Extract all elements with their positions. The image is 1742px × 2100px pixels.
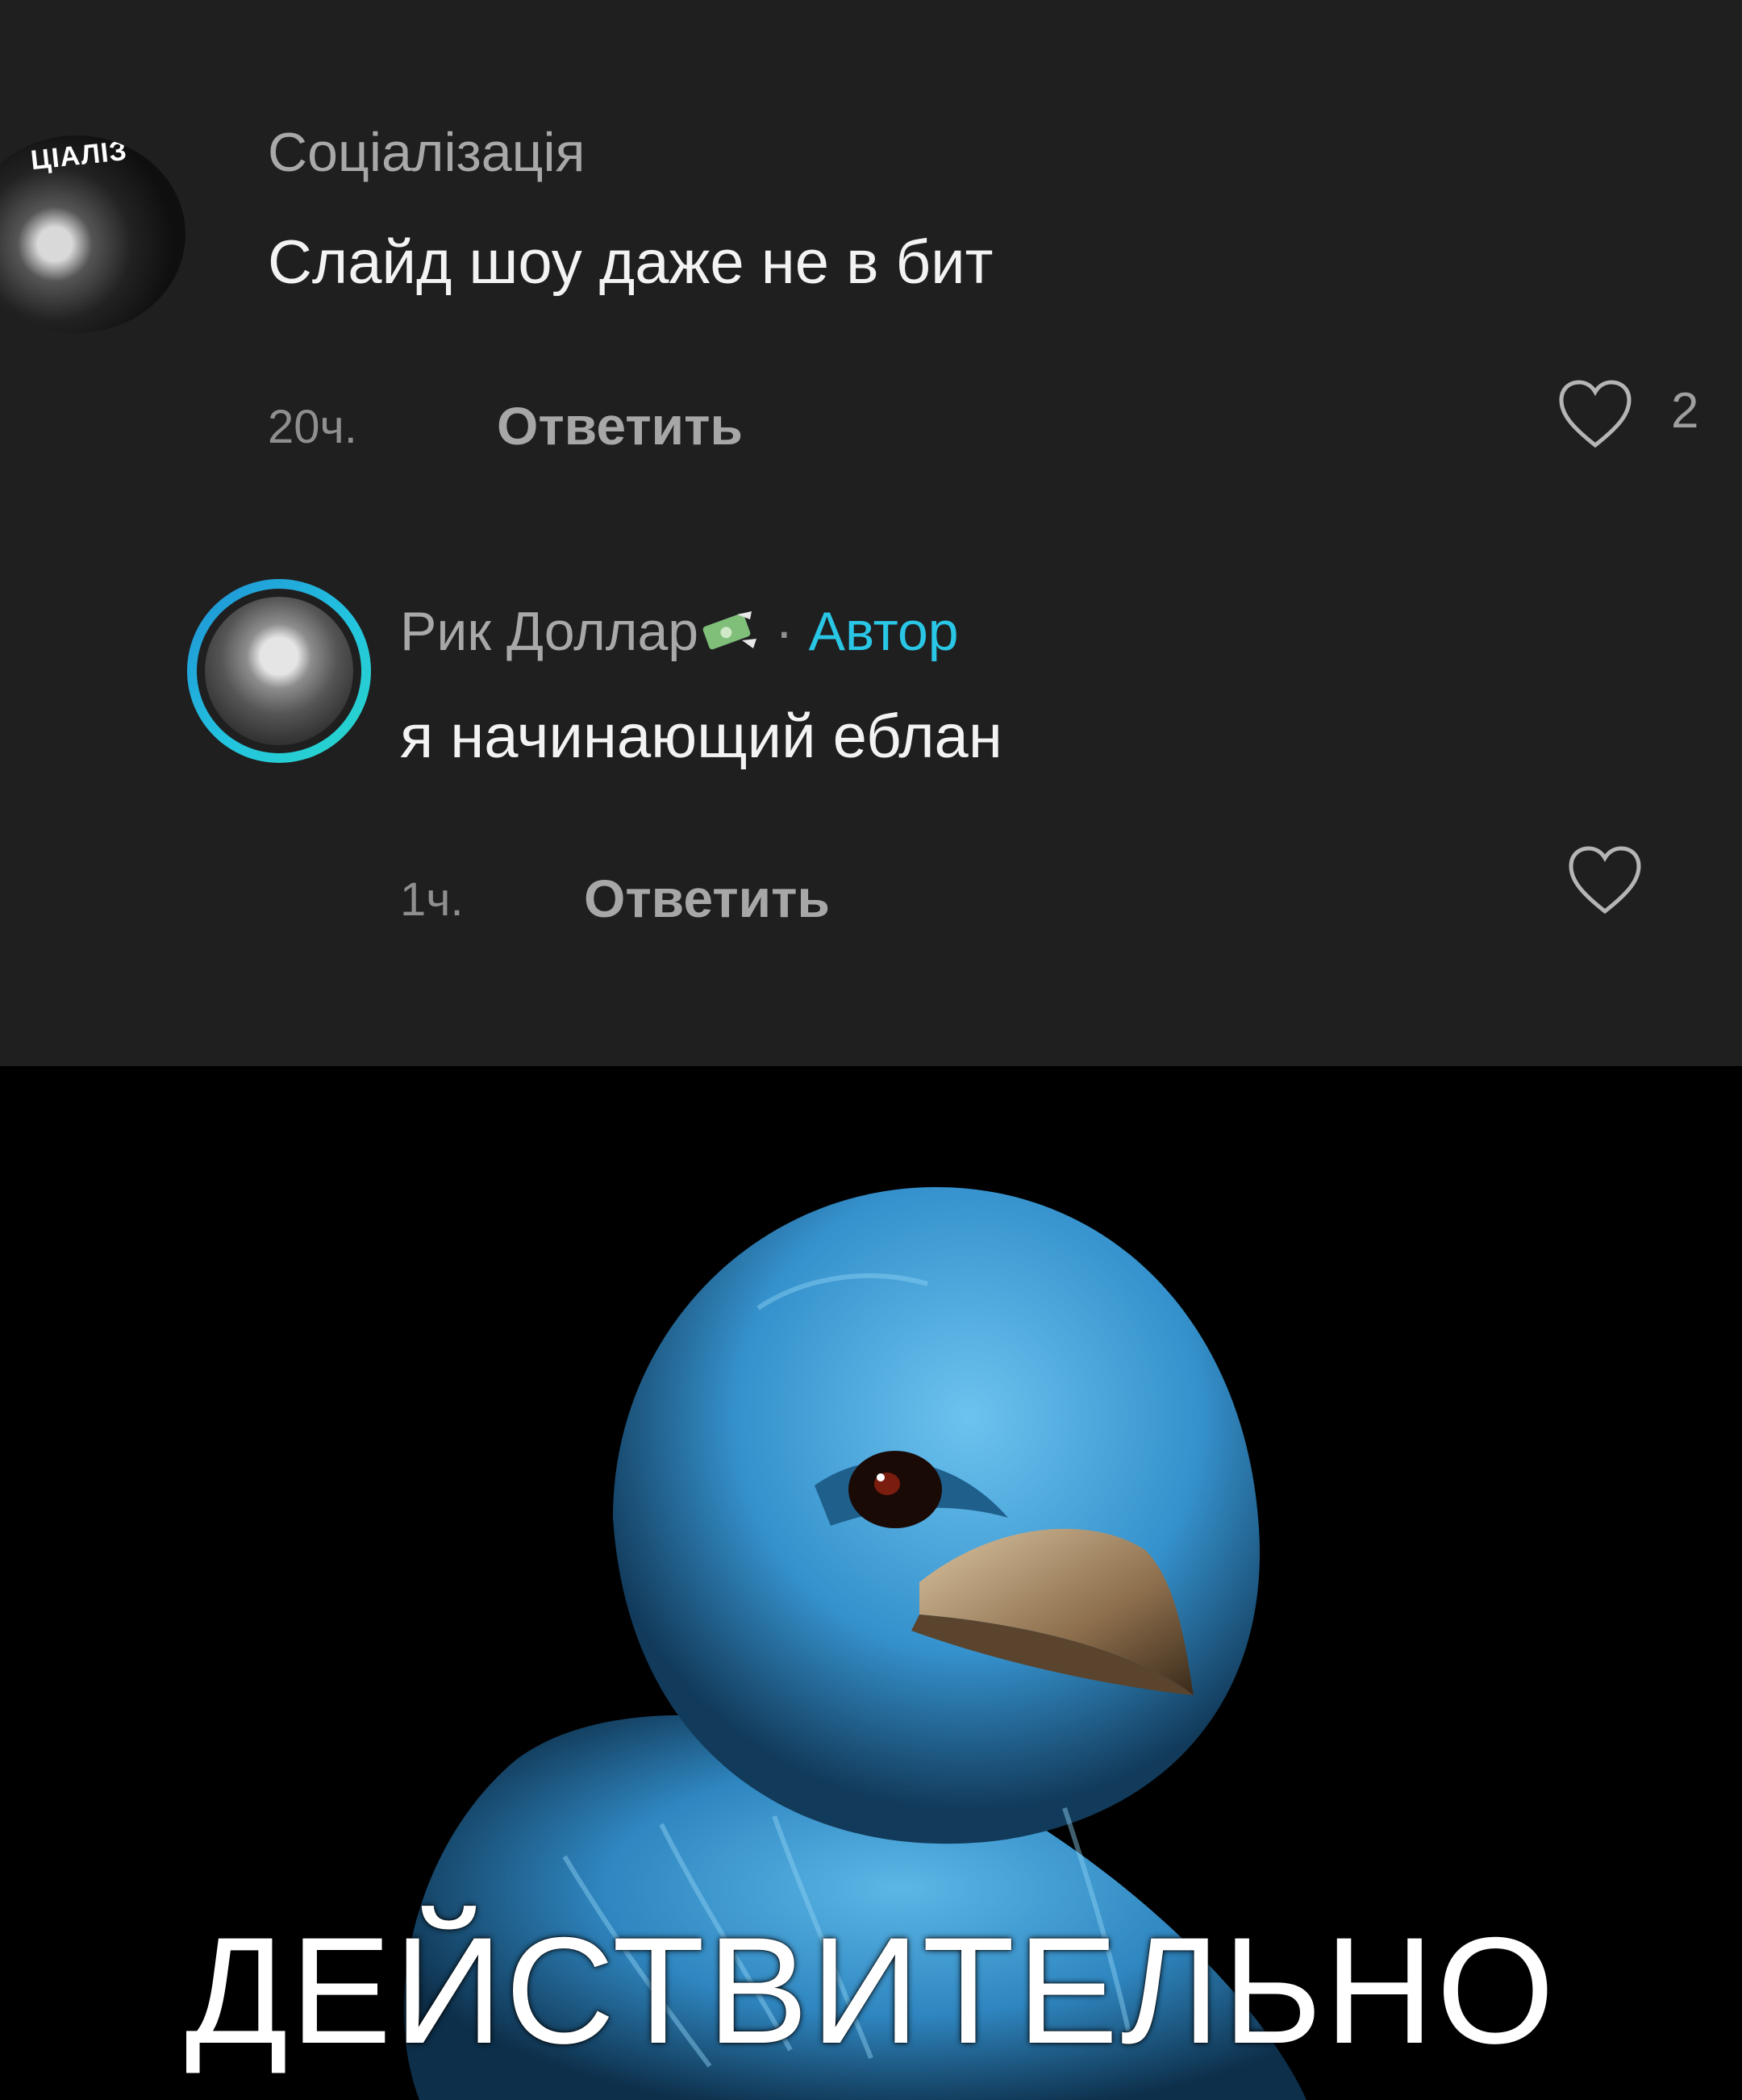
comment-text: Слайд шоу даже не в бит (268, 228, 994, 297)
comment-time: 20ч. (268, 401, 357, 453)
heart-icon[interactable] (1566, 844, 1644, 916)
comment-time: 1ч. (400, 873, 464, 926)
comment-username[interactable]: Соціалізація (268, 121, 585, 184)
heart-icon[interactable] (1557, 377, 1634, 450)
comments-panel: ЦІАЛІЗ Соціалізація Слайд шоу даже не в … (0, 0, 1742, 1066)
author-avatar-photo (205, 597, 353, 745)
comment-text: я начинающий еблан (400, 702, 1002, 771)
separator: · (775, 601, 794, 662)
comment-username-row: Рик Доллар · Автор (400, 600, 959, 663)
money-emoji-icon (702, 603, 760, 650)
reply-button[interactable]: Ответить (497, 395, 743, 456)
reply-button[interactable]: Ответить (584, 868, 830, 929)
avatar[interactable]: ЦІАЛІЗ (0, 135, 185, 333)
comment-username[interactable]: Рик Доллар (400, 601, 698, 662)
avatar-text: ЦІАЛІЗ (29, 135, 129, 177)
like-count: 2 (1671, 383, 1699, 439)
meme-image: ДЕЙСТВИТЕЛЬНО (0, 1066, 1742, 2100)
author-badge: Автор (808, 601, 959, 662)
meme-caption: ДЕЙСТВИТЕЛЬНО (185, 1906, 1557, 2075)
author-avatar[interactable] (187, 579, 371, 763)
